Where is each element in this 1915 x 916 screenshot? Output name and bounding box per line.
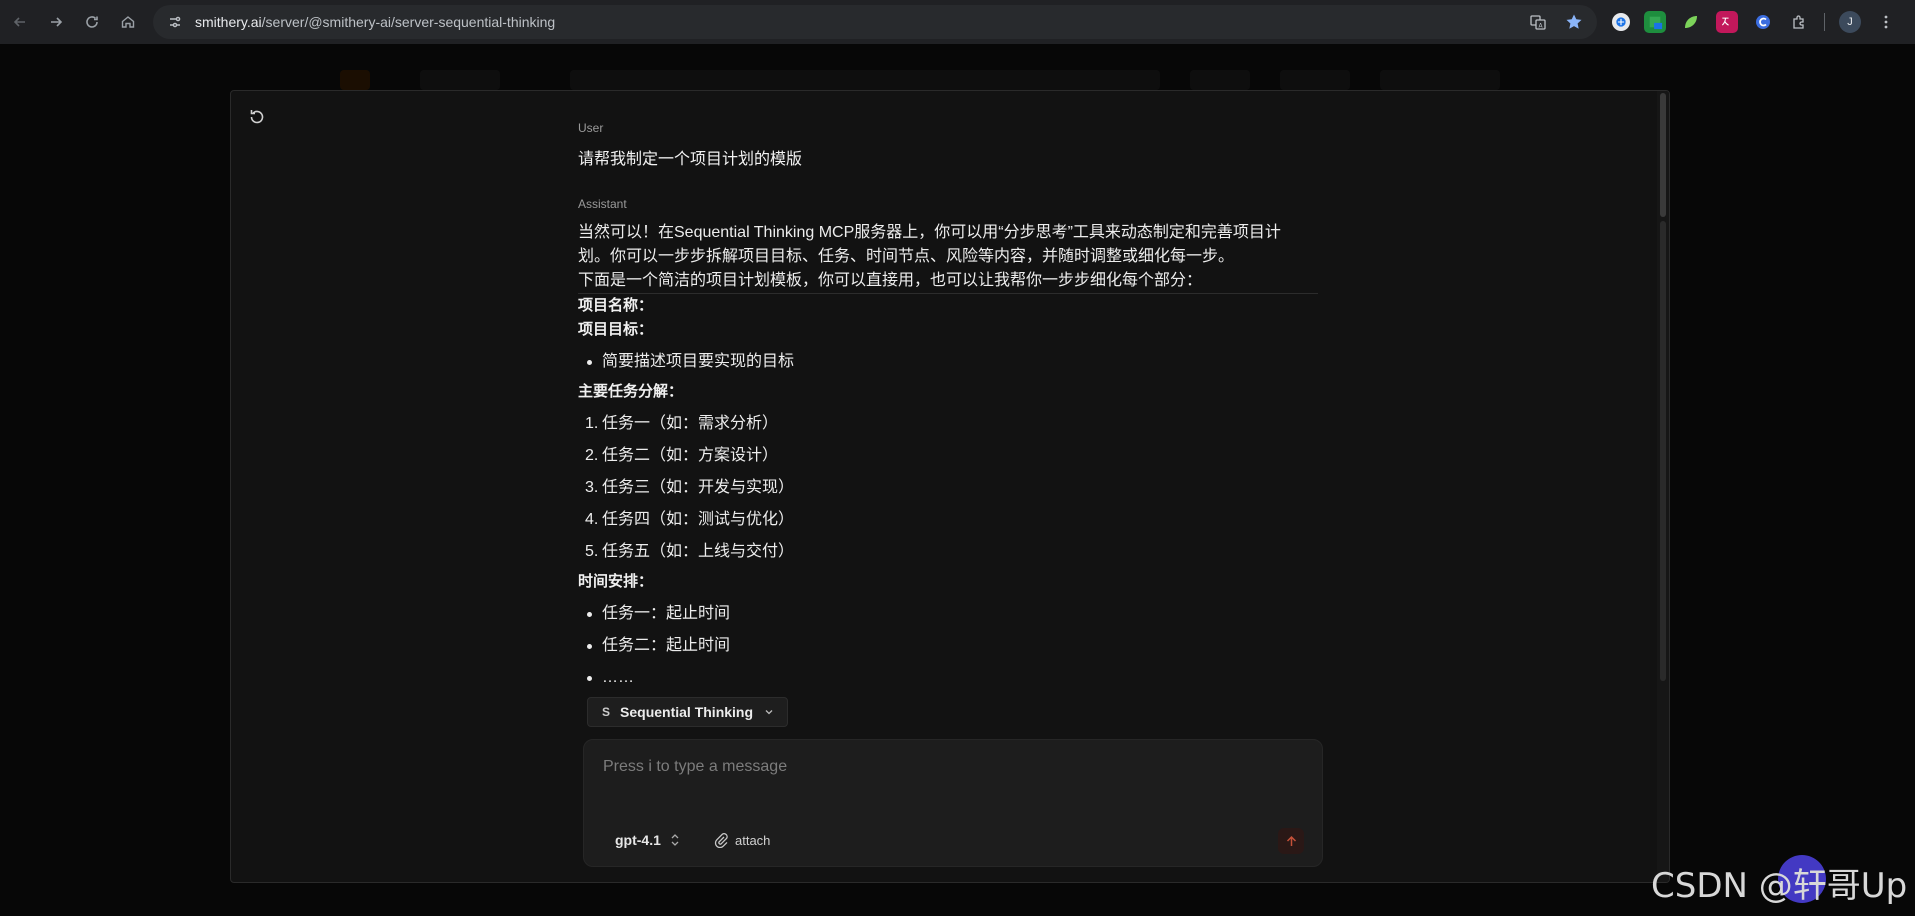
site-nav-ghost-4 xyxy=(1380,70,1500,90)
tool-name: Sequential Thinking xyxy=(620,704,754,720)
csdn-watermark: CSDN @轩哥Up xyxy=(1651,866,1908,906)
extensions-puzzle-icon[interactable] xyxy=(1788,11,1810,33)
tool-selector-button[interactable]: S Sequential Thinking xyxy=(587,697,789,727)
site-logo-ghost xyxy=(340,70,370,90)
assistant-intro-line-2: 划。你可以一步步拆解项目目标、任务、时间节点、风险等内容，并随时调整或细化每一步… xyxy=(578,248,1235,265)
list-item: 2. 任务二（如：方案设计） xyxy=(585,447,779,464)
goal-list: 简要描述项目要实现的目标 xyxy=(578,346,1318,378)
list-item: 简要描述项目要实现的目标 xyxy=(578,346,1318,378)
chevron-updown-icon xyxy=(671,834,679,846)
list-item: 5. 任务五（如：上线与交付） xyxy=(585,543,795,560)
url-text: smithery.ai/server/@smithery-ai/server-s… xyxy=(195,14,556,30)
extension-1-icon[interactable] xyxy=(1612,13,1630,31)
profile-avatar[interactable]: J xyxy=(1839,11,1861,33)
chevron-down-icon xyxy=(765,710,773,715)
home-icon[interactable] xyxy=(110,4,146,40)
assistant-intro-line-3: 下面是一个简洁的项目计划模板，你可以直接用，也可以让我帮你一步步细化每个部分： xyxy=(578,272,1203,289)
menu-kebab-icon[interactable] xyxy=(1875,11,1897,33)
forward-icon[interactable] xyxy=(38,4,74,40)
extensions-bar: J xyxy=(1612,11,1897,33)
user-role-label: User xyxy=(578,121,604,135)
list-item: 4. 任务四（如：测试与优化） xyxy=(585,511,795,528)
list-item: 3. 任务三（如：开发与实现） xyxy=(585,479,795,496)
list-item: …… xyxy=(578,662,1318,694)
attach-button[interactable]: attach xyxy=(713,832,770,848)
bookmark-star-icon[interactable] xyxy=(1565,13,1583,31)
extension-on-icon[interactable] xyxy=(1644,11,1666,33)
schedule-list: 任务一：起止时间 任务二：起止时间 …… xyxy=(578,598,1318,694)
attach-label: attach xyxy=(735,832,771,848)
chat-scrollbar[interactable] xyxy=(1657,91,1669,882)
chat-transcript: User 请帮我制定一个项目计划的模版 Assistant 当然可以！在Sequ… xyxy=(578,121,1318,694)
scrollbar-track-highlight xyxy=(1660,221,1666,681)
user-message: 请帮我制定一个项目计划的模版 xyxy=(578,151,803,168)
address-bar[interactable]: smithery.ai/server/@smithery-ai/server-s… xyxy=(153,5,1597,39)
site-nav-ghost xyxy=(420,70,500,90)
site-info-icon[interactable] xyxy=(167,14,183,30)
back-icon[interactable] xyxy=(2,4,38,40)
site-nav-ghost-2 xyxy=(1190,70,1250,90)
model-selector[interactable]: gpt-4.1 xyxy=(615,832,681,848)
site-search-ghost xyxy=(570,70,1160,90)
list-item: 任务二：起止时间 xyxy=(578,630,1318,662)
send-button[interactable] xyxy=(1278,828,1304,854)
project-goal-heading: 项目目标： xyxy=(578,321,654,338)
project-name-heading: 项目名称： xyxy=(578,297,654,314)
extension-c-icon[interactable] xyxy=(1752,11,1774,33)
tool-badge: S xyxy=(602,705,611,719)
assistant-role-label: Assistant xyxy=(578,197,627,211)
toolbar-separator xyxy=(1824,13,1825,31)
reload-icon[interactable] xyxy=(74,4,110,40)
playground-modal: User 请帮我制定一个项目计划的模版 Assistant 当然可以！在Sequ… xyxy=(230,90,1670,883)
reset-chat-icon[interactable] xyxy=(247,107,267,127)
tasks-list: 1. 任务一（如：需求分析） 2. 任务二（如：方案设计） 3. 任务三（如：开发与实… xyxy=(578,408,1318,568)
message-input[interactable]: Press i to type a message xyxy=(603,758,787,776)
schedule-heading: 时间安排： xyxy=(578,573,654,590)
list-item: 任务一：起止时间 xyxy=(578,598,1318,630)
model-name: gpt-4.1 xyxy=(615,832,661,848)
arrow-up-icon xyxy=(1286,835,1296,846)
extension-translate-icon[interactable] xyxy=(1716,11,1738,33)
list-item: 1. 任务一（如：需求分析） xyxy=(585,415,779,432)
message-composer[interactable]: Press i to type a message gpt-4.1 attach xyxy=(583,739,1323,867)
tasks-heading: 主要任务分解： xyxy=(578,383,684,400)
translate-icon[interactable]: A xyxy=(1529,13,1547,31)
scrollbar-thumb[interactable] xyxy=(1660,93,1666,217)
extension-leaf-icon[interactable] xyxy=(1680,11,1702,33)
browser-toolbar: smithery.ai/server/@smithery-ai/server-s… xyxy=(0,0,1915,44)
site-nav-ghost-3 xyxy=(1280,70,1350,90)
paperclip-icon xyxy=(714,833,728,848)
assistant-intro-line-1: 当然可以！在Sequential Thinking MCP服务器上，你可以用“分… xyxy=(578,224,1281,241)
